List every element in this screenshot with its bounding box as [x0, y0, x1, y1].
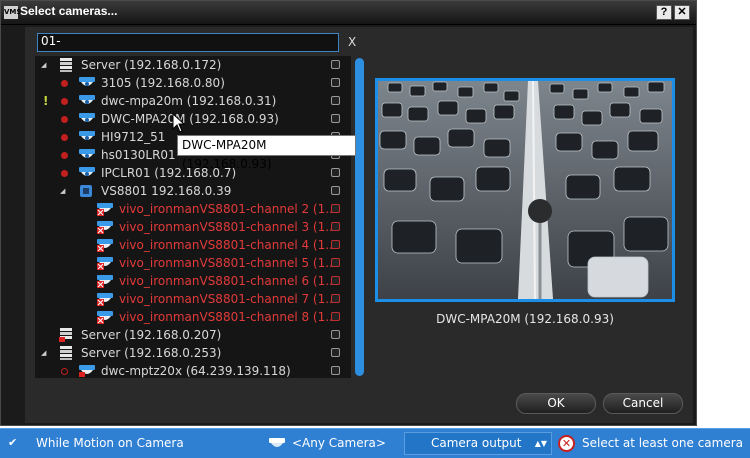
output-dropdown-label: Camera output — [431, 436, 522, 450]
tree-item-label: HI9712_51 — [101, 130, 166, 144]
tree-item-checkbox[interactable] — [331, 114, 340, 123]
tree-item[interactable]: ◢ Server (192.168.0.253) — [35, 344, 351, 362]
dialog-title: Select cameras... — [20, 4, 118, 18]
tree-item[interactable]: vivo_ironmanVS8801-channel 5 (1... — [35, 254, 351, 272]
camera-search-input[interactable]: 01- — [37, 33, 339, 52]
tree-item[interactable]: DWC-MPA20M (192.168.0.93) — [35, 110, 351, 128]
tree-item-label: hs0130LR01 — [101, 148, 176, 162]
tree-item-checkbox[interactable] — [331, 96, 340, 105]
tree-item[interactable]: ◢ Server (192.168.0.172) — [35, 56, 351, 74]
recording-dot-icon — [61, 134, 68, 141]
app-logo: VMS — [4, 6, 21, 19]
mouse-cursor-icon — [172, 113, 186, 133]
title-bar: VMS Select cameras... ? ✕ — [1, 1, 696, 25]
tree-item-checkbox[interactable] — [331, 294, 340, 303]
recording-dot-icon — [61, 152, 68, 159]
highway-traffic-image — [378, 81, 672, 299]
output-dropdown[interactable]: Camera output ▲▼ — [404, 432, 552, 455]
tree-item[interactable]: vivo_ironmanVS8801-channel 6 (1... — [35, 272, 351, 290]
validation-error-text: Select at least one camera — [582, 436, 744, 450]
tree-item-checkbox[interactable] — [331, 204, 340, 213]
alert-icon: ! — [43, 94, 49, 108]
tree-item-label: VS8801 192.168.0.39 — [101, 184, 232, 198]
tree-item-label: vivo_ironmanVS8801-channel 6 (1... — [119, 274, 337, 288]
tree-item-checkbox[interactable] — [331, 222, 340, 231]
tree-item[interactable]: vivo_ironmanVS8801-channel 7 (1... — [35, 290, 351, 308]
help-button[interactable]: ? — [656, 5, 672, 20]
tree-item-checkbox[interactable] — [331, 312, 340, 321]
tree-item-checkbox[interactable] — [331, 186, 340, 195]
tree-item-checkbox[interactable] — [331, 276, 340, 285]
ok-button[interactable]: OK — [516, 393, 596, 414]
error-icon: ✕ — [558, 435, 575, 452]
cancel-button[interactable]: Cancel — [603, 393, 683, 414]
tree-item-label: DWC-MPA20M (192.168.0.93) — [101, 112, 279, 126]
clear-search-button[interactable]: X — [348, 35, 356, 49]
tree-item-label: 3105 (192.168.0.80) — [101, 76, 225, 90]
tree-item-checkbox[interactable] — [331, 258, 340, 267]
camera-icon — [269, 438, 285, 447]
motion-condition-label[interactable]: While Motion on Camera — [36, 436, 184, 450]
tree-item-label: vivo_ironmanVS8801-channel 7 (1... — [119, 292, 337, 306]
preview-caption: DWC-MPA20M (192.168.0.93) — [436, 312, 614, 326]
camera-tree: ◢ Server (192.168.0.172) 3105 (192.168.0.8… — [35, 56, 351, 378]
tree-item-checkbox[interactable] — [331, 60, 340, 69]
recording-dot-icon — [61, 116, 68, 123]
tree-item-label: Server (192.168.0.253) — [81, 346, 222, 360]
tree-item-label: vivo_ironmanVS8801-channel 5 (1... — [119, 256, 337, 270]
recording-dot-icon — [61, 98, 68, 105]
close-button[interactable]: ✕ — [674, 5, 690, 20]
rule-status-bar: ✔ While Motion on Camera <Any Camera> Ca… — [0, 428, 750, 458]
camera-preview-image — [375, 78, 675, 302]
expand-arrow-icon[interactable]: ◢ — [41, 56, 51, 74]
tree-item-label: Server (192.168.0.207) — [81, 328, 222, 342]
tree-item-checkbox[interactable] — [331, 168, 340, 177]
tree-item[interactable]: ◢ VS8801 192.168.0.39 — [35, 182, 351, 200]
expand-arrow-icon[interactable]: ◢ — [60, 182, 70, 200]
tree-item-checkbox[interactable] — [331, 366, 340, 375]
tree-item-label: vivo_ironmanVS8801-channel 3 (1... — [119, 220, 337, 234]
tree-item-label: Server (192.168.0.172) — [81, 58, 222, 72]
tree-item[interactable]: vivo_ironmanVS8801-channel 4 (1... — [35, 236, 351, 254]
tree-item-label: vivo_ironmanVS8801-channel 8 (1... — [119, 310, 337, 324]
check-icon: ✔ — [8, 436, 18, 449]
tree-item[interactable]: 3105 (192.168.0.80) — [35, 74, 351, 92]
tree-item-label: vivo_ironmanVS8801-channel 2 (1... — [119, 202, 337, 216]
camera-selector[interactable]: <Any Camera> — [292, 436, 386, 450]
updown-arrow-icon: ▲▼ — [534, 439, 547, 448]
tree-item-checkbox[interactable] — [331, 240, 340, 249]
tree-item-label: dwc-mptz20x (64.239.139.118) — [101, 364, 291, 378]
tree-item[interactable]: vivo_ironmanVS8801-channel 8 (1... — [35, 308, 351, 326]
recording-dot-icon — [61, 80, 68, 87]
tree-item[interactable]: vivo_ironmanVS8801-channel 3 (1... — [35, 218, 351, 236]
tree-item-label: dwc-mpa20m (192.168.0.31) — [101, 94, 277, 108]
tree-item-checkbox[interactable] — [331, 348, 340, 357]
recording-dot-icon — [61, 170, 68, 177]
tree-item[interactable]: dwc-mptz20x (64.239.139.118) — [35, 362, 351, 378]
tree-item-checkbox[interactable] — [331, 330, 340, 339]
tree-item[interactable]: Server (192.168.0.207) — [35, 326, 351, 344]
expand-arrow-icon[interactable]: ◢ — [41, 344, 51, 362]
tree-item[interactable]: ! dwc-mpa20m (192.168.0.31) — [35, 92, 351, 110]
tree-item-label: vivo_ironmanVS8801-channel 4 (1... — [119, 238, 337, 252]
tree-scrollbar-thumb[interactable] — [355, 58, 364, 376]
tree-item[interactable]: vivo_ironmanVS8801-channel 2 (1... — [35, 200, 351, 218]
camera-icon — [79, 364, 95, 378]
tree-item-checkbox[interactable] — [331, 78, 340, 87]
recording-dot-icon — [61, 368, 68, 375]
camera-tooltip: DWC-MPA20M (192.168.0.93) — [177, 135, 356, 171]
